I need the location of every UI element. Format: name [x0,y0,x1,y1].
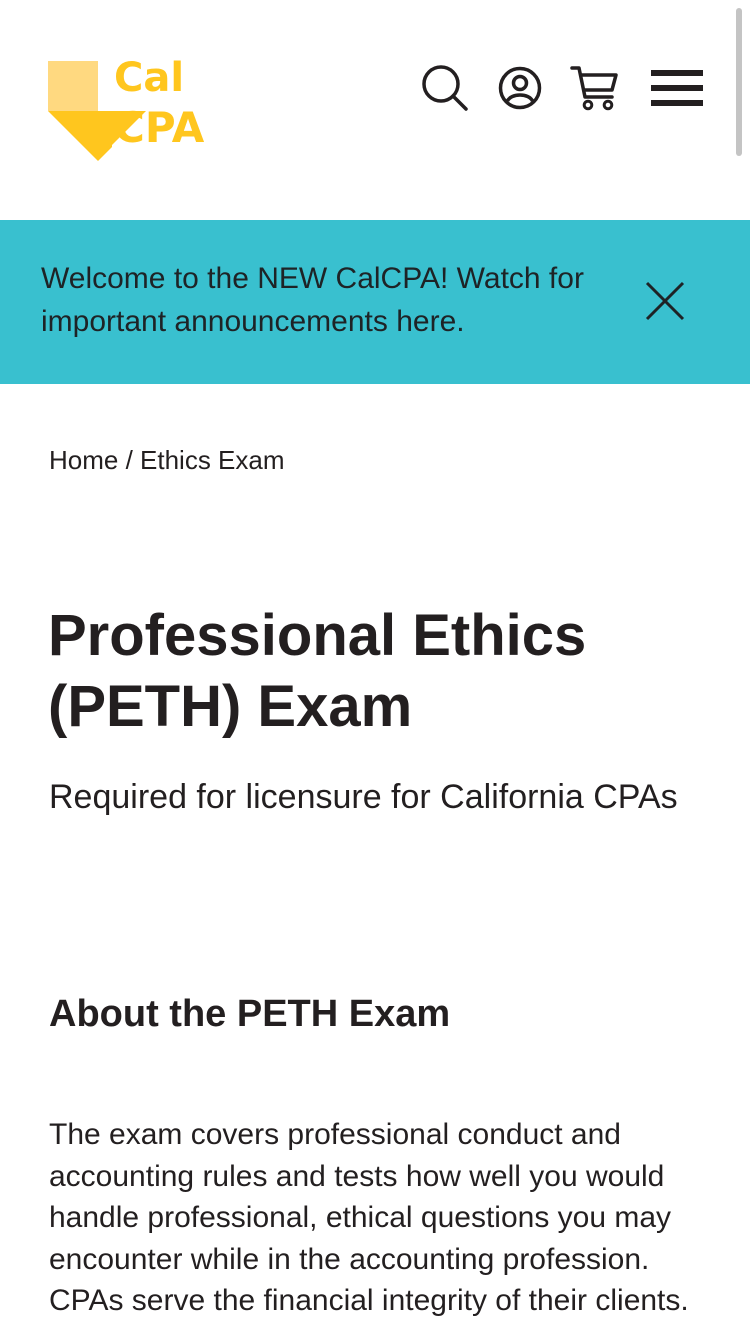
breadcrumb-home-link[interactable]: Home [49,445,118,475]
menu-button[interactable] [649,60,705,116]
breadcrumb-current: Ethics Exam [140,445,285,475]
logo-text-cpa: CPA [114,103,205,152]
user-circle-icon [498,66,542,110]
section-body-text: The exam covers professional conduct and… [49,1118,689,1317]
page-subtitle: Required for licensure for California CP… [49,778,678,816]
logo-text-cal: Cal [114,55,185,101]
announcement-banner: Welcome to the NEW CalCPA! Watch for imp… [0,220,750,384]
search-button[interactable] [417,60,473,116]
site-header: Cal CPA [0,0,750,220]
account-button[interactable] [492,60,548,116]
shopping-cart-icon [570,66,618,111]
hamburger-menu-icon [651,70,703,106]
page-scrollbar[interactable] [736,8,742,156]
breadcrumb-separator: / [118,445,141,475]
search-icon [422,65,468,111]
banner-message: Welcome to the NEW CalCPA! Watch for imp… [41,262,584,338]
banner-close-button[interactable] [636,272,694,330]
cart-button[interactable] [567,60,623,116]
close-icon [645,281,685,321]
page-title: Professional Ethics (PETH) Exam [48,603,587,739]
breadcrumb: Home / Ethics Exam [49,441,285,479]
section-heading: About the PETH Exam [49,993,451,1035]
calcpa-logo[interactable]: Cal CPA [48,58,258,162]
